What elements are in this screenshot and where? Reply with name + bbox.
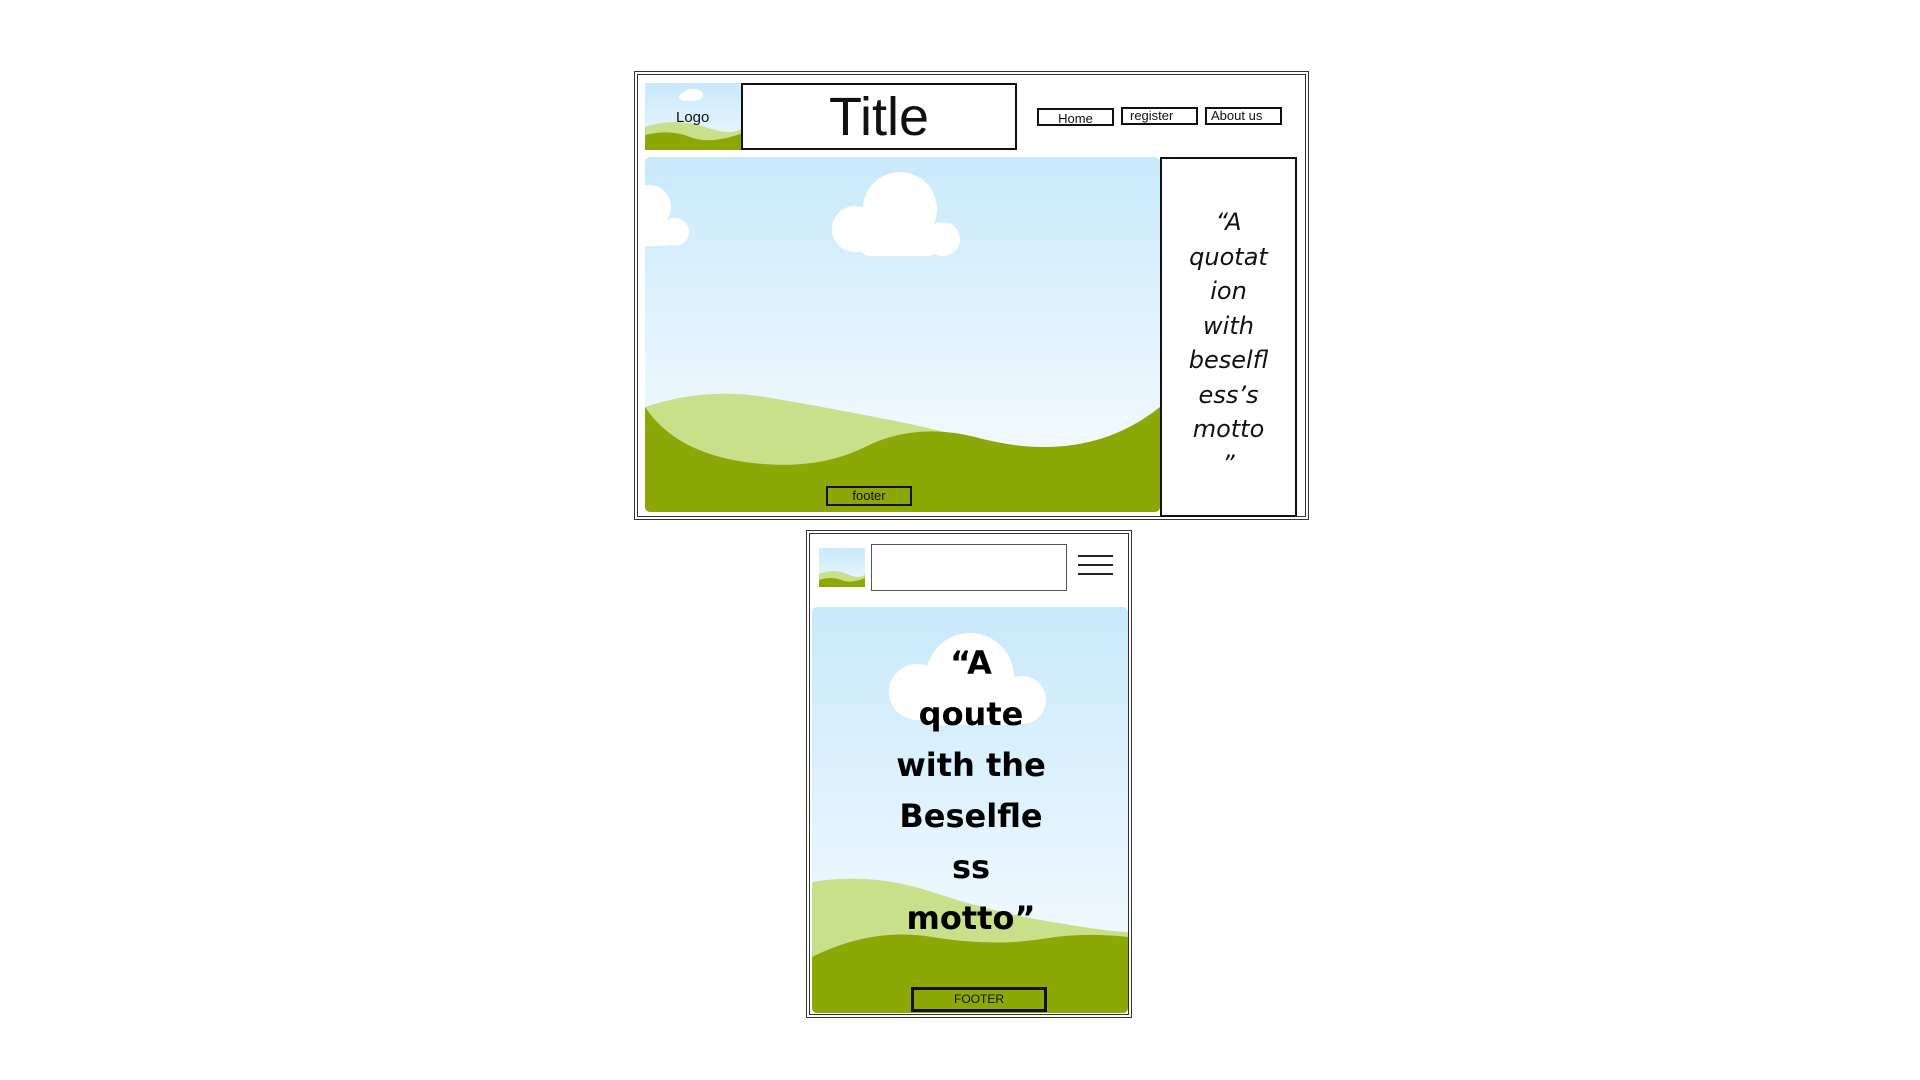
hamburger-icon[interactable] bbox=[1078, 553, 1113, 578]
hero-image bbox=[645, 157, 1160, 512]
desktop-quote-text: “A quotat ion with beselfl ess’s motto ” bbox=[1188, 208, 1269, 478]
logo-label: Logo bbox=[676, 109, 710, 126]
mobile-logo-image[interactable] bbox=[819, 548, 865, 587]
mobile-quote-text: “A qoute with the Beselfle ss motto” bbox=[896, 644, 1046, 937]
desktop-footer: footer bbox=[826, 486, 912, 506]
mobile-footer: FOOTER bbox=[911, 987, 1047, 1012]
nav-home-button[interactable]: Home bbox=[1037, 108, 1114, 126]
page-title: Title bbox=[741, 83, 1017, 150]
landscape-illustration bbox=[645, 157, 1160, 512]
nav-register-button[interactable]: register bbox=[1121, 107, 1198, 125]
nav-about-button[interactable]: About us bbox=[1205, 107, 1282, 125]
mobile-title-box bbox=[871, 544, 1067, 591]
landscape-thumbnail-icon bbox=[819, 548, 865, 587]
